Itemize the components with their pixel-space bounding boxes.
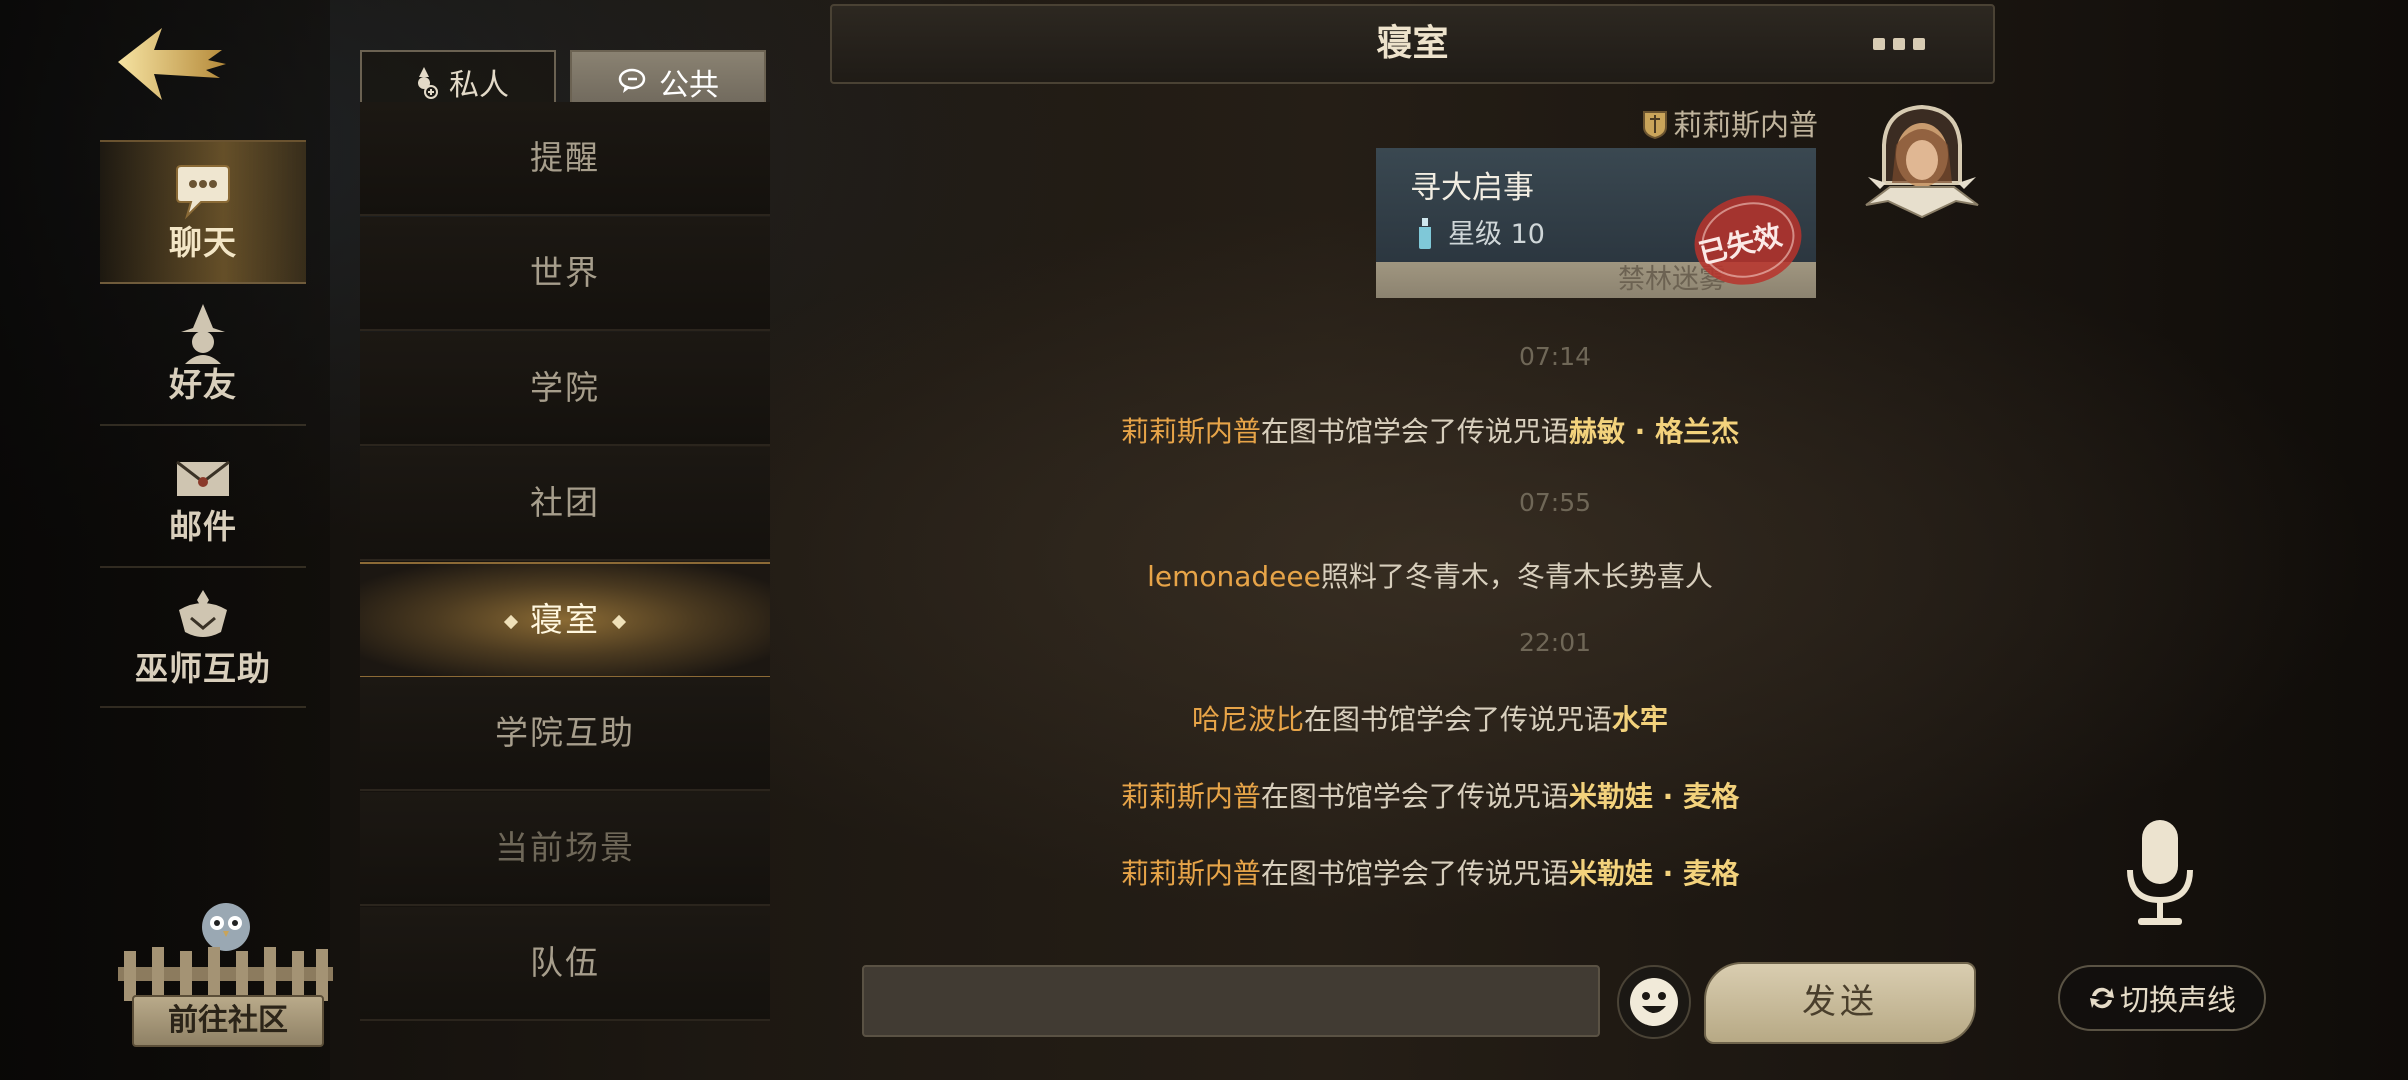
back-arrow-icon[interactable] xyxy=(110,20,230,110)
channel-label: 寝室 xyxy=(530,600,600,639)
card-title: 寻大启事 xyxy=(1410,170,1534,206)
swap-arrows-icon xyxy=(2089,987,2114,1009)
chat-bubble-icon xyxy=(176,165,230,220)
diamond-ornament-icon xyxy=(503,614,519,629)
channel-label: 队伍 xyxy=(530,943,600,982)
message-text: 在图书馆学会了传说咒语 xyxy=(1260,857,1569,890)
player-name-link[interactable]: 莉莉斯内普 xyxy=(1121,415,1261,448)
channel-academy-aid[interactable]: 学院互助 xyxy=(360,677,770,791)
channel-label: 当前场景 xyxy=(495,828,635,867)
chat-header: 寝室 xyxy=(830,4,1995,84)
private-person-icon xyxy=(418,67,438,99)
message-timestamp: 07:14 xyxy=(1518,342,1592,371)
switch-voice-button[interactable]: 切换声线 xyxy=(2058,965,2266,1031)
nav-label-mail: 邮件 xyxy=(169,507,237,546)
message-text: 照料了冬青木，冬青木长势喜人 xyxy=(1320,560,1713,593)
message-text: 在图书馆学会了传说咒语 xyxy=(1303,703,1612,736)
channel-panel: 私人 公共 提醒 世界 学院 社团 寝室 学院互助 当前场景 队伍 xyxy=(360,40,772,1080)
more-options-icon[interactable] xyxy=(1873,38,1933,52)
channel-current-scene[interactable]: 当前场景 xyxy=(360,792,770,906)
card-star-text: 星级 10 xyxy=(1448,219,1545,250)
diamond-ornament-icon xyxy=(611,614,627,629)
envelope-icon xyxy=(176,460,230,496)
wizard-hat-icon xyxy=(181,304,225,364)
public-speech-icon xyxy=(618,68,646,93)
community-label: 前往社区 xyxy=(132,995,324,1047)
channel-label: 社团 xyxy=(530,483,600,522)
wanted-notice-card[interactable]: 寻大启事 星级 10 禁林迷雾 已失效 xyxy=(1376,148,1816,298)
spell-name-link[interactable]: 米勒娃 · 麦格 xyxy=(1569,780,1739,813)
message-text: 在图书馆学会了传说咒语 xyxy=(1260,415,1569,448)
spell-name-link[interactable]: 米勒娃 · 麦格 xyxy=(1569,857,1739,890)
message-text: 在图书馆学会了传说咒语 xyxy=(1260,780,1569,813)
mutual-aid-icon xyxy=(179,590,227,637)
nav-divider xyxy=(100,706,306,708)
community-button[interactable]: 前往社区 xyxy=(118,895,333,1060)
house-badge-icon xyxy=(1642,111,1667,139)
message-sender: 莉莉斯内普 xyxy=(1600,102,1818,144)
channel-club[interactable]: 社团 xyxy=(360,447,770,561)
nav-label-wizard-aid: 巫师互助 xyxy=(135,649,271,688)
channel-team[interactable]: 队伍 xyxy=(360,907,770,1021)
nav-item-friends[interactable]: 好友 xyxy=(100,284,306,424)
system-message: 莉莉斯内普在图书馆学会了传说咒语米勒娃 · 麦格 xyxy=(1000,852,1860,892)
microphone-icon[interactable] xyxy=(2120,820,2200,932)
sender-name: 莉莉斯内普 xyxy=(1672,108,1818,142)
card-star-level: 星级 10 xyxy=(1416,212,1545,251)
nav-label-chat: 聊天 xyxy=(169,223,237,262)
chat-message-input[interactable] xyxy=(862,965,1600,1037)
tab-public-label: 公共 xyxy=(659,68,719,103)
channel-label: 提醒 xyxy=(530,138,600,177)
player-name-link[interactable]: 莉莉斯内普 xyxy=(1121,780,1261,813)
channel-world[interactable]: 世界 xyxy=(360,217,770,331)
potion-bottle-icon xyxy=(1419,218,1431,249)
message-timestamp: 22:01 xyxy=(1518,628,1592,657)
spell-name-link[interactable]: 水牢 xyxy=(1612,703,1668,736)
system-message: lemonadeee照料了冬青木，冬青木长势喜人 xyxy=(1000,555,1860,595)
switch-voice-label: 切换声线 xyxy=(2119,983,2236,1017)
left-nav: 聊天 好友 邮件 巫师互助 前往社区 xyxy=(0,0,333,1080)
channel-dormitory[interactable]: 寝室 xyxy=(360,562,770,678)
nav-item-wizard-aid[interactable]: 巫师互助 xyxy=(100,568,306,708)
nav-label-friends: 好友 xyxy=(169,365,237,404)
player-name-link[interactable]: 莉莉斯内普 xyxy=(1121,857,1261,890)
emoji-icon[interactable] xyxy=(1616,964,1692,1040)
system-message: 莉莉斯内普在图书馆学会了传说咒语米勒娃 · 麦格 xyxy=(1000,775,1860,815)
player-name-link[interactable]: lemonadeee xyxy=(1147,560,1321,593)
player-avatar[interactable] xyxy=(1860,105,1985,220)
send-button[interactable]: 发送 xyxy=(1704,962,1976,1044)
tab-private-label: 私人 xyxy=(449,68,509,103)
spell-name-link[interactable]: 赫敏 · 格兰杰 xyxy=(1569,415,1739,448)
nav-item-mail[interactable]: 邮件 xyxy=(100,426,306,566)
channel-label: 学院互助 xyxy=(495,713,635,752)
message-timestamp: 07:55 xyxy=(1518,488,1592,517)
nav-item-chat[interactable]: 聊天 xyxy=(100,140,306,284)
player-name-link[interactable]: 哈尼波比 xyxy=(1192,703,1304,736)
system-message: 哈尼波比在图书馆学会了传说咒语水牢 xyxy=(1000,698,1860,738)
channel-academy[interactable]: 学院 xyxy=(360,332,770,446)
channel-label: 学院 xyxy=(530,368,600,407)
system-message: 莉莉斯内普在图书馆学会了传说咒语赫敏 · 格兰杰 xyxy=(1000,410,1860,450)
chat-title: 寝室 xyxy=(1376,23,1449,64)
channel-reminders[interactable]: 提醒 xyxy=(360,102,770,216)
channel-label: 世界 xyxy=(530,253,600,292)
